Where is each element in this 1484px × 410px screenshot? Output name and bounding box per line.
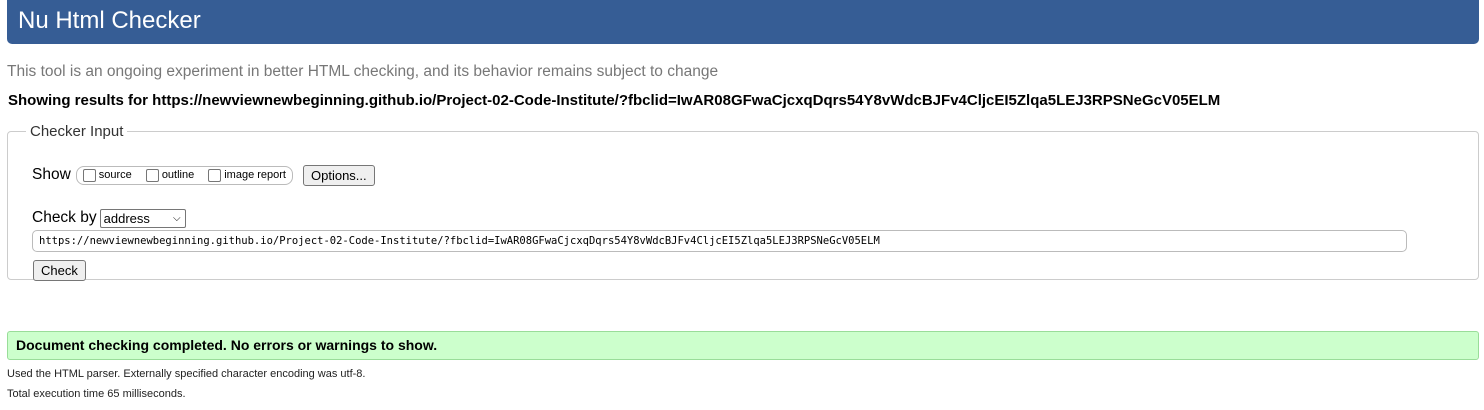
outline-checkbox[interactable] (145, 168, 159, 182)
source-checkbox[interactable] (82, 168, 96, 182)
app-title[interactable]: Nu Html Checker (7, 0, 1479, 42)
checker-input-legend: Checker Input (30, 123, 124, 140)
check-button[interactable]: Check (33, 260, 86, 281)
show-image-report-option[interactable]: image report (208, 168, 286, 182)
options-button[interactable]: Options... (303, 164, 375, 186)
success-message: Document checking completed. No errors o… (7, 331, 1479, 360)
show-label: Show (32, 166, 71, 183)
show-options-group: source outline image report (75, 165, 293, 185)
show-options-row: Show source outline image report Options… (32, 164, 375, 186)
chevron-down-icon: ⌵ (173, 212, 181, 224)
show-source-option[interactable]: source (82, 168, 132, 182)
url-input[interactable]: https://newviewnewbeginning.github.io/Pr… (32, 230, 1407, 252)
showing-results-heading: Showing results for https://newviewnewbe… (8, 92, 1221, 109)
image-report-checkbox[interactable] (208, 168, 222, 182)
check-by-label: Check by (32, 209, 97, 226)
check-by-select[interactable]: address ⌵ (99, 208, 186, 228)
image-report-checkbox-label[interactable]: image report (224, 169, 286, 181)
checker-input-fieldset: Checker Input Show source outline image … (7, 123, 1479, 281)
show-outline-option[interactable]: outline (145, 168, 194, 182)
app-header: Nu Html Checker (7, 0, 1479, 44)
outline-checkbox-label[interactable]: outline (162, 169, 194, 181)
source-checkbox-label[interactable]: source (99, 169, 132, 181)
parser-details: Used the HTML parser. Externally specifi… (7, 368, 366, 380)
check-by-row: Check by address ⌵ (32, 208, 186, 228)
execution-time: Total execution time 65 milliseconds. (7, 388, 186, 400)
check-by-selected-value: address (103, 210, 150, 226)
tagline: This tool is an ongoing experiment in be… (7, 63, 719, 80)
